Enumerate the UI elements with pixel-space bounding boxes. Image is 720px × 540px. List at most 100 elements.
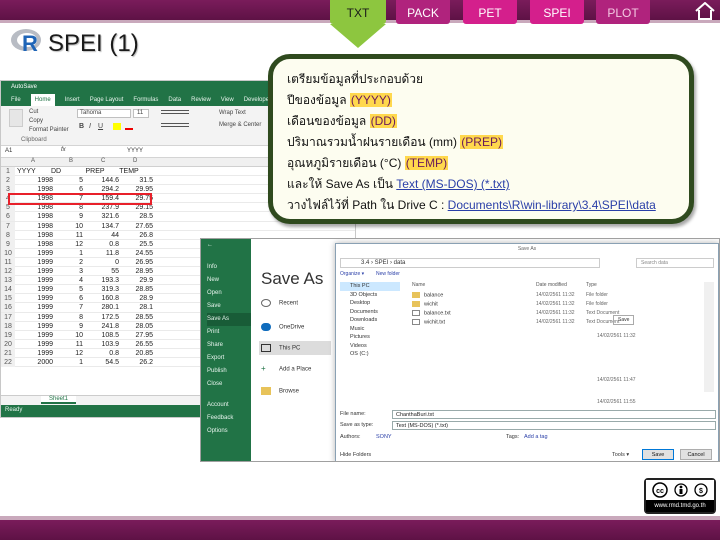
cell-year[interactable]: 1999 (21, 285, 53, 294)
menu-share[interactable]: Share (207, 339, 251, 352)
cell-year[interactable]: 1999 (21, 276, 53, 285)
menu-new[interactable]: New (207, 274, 251, 287)
cell-prep[interactable]: 319.3 (91, 285, 119, 294)
menu-options[interactable]: Options (207, 425, 251, 438)
menu-open[interactable]: Open (207, 287, 251, 300)
cell-prep[interactable]: 0 (91, 258, 119, 267)
name-box[interactable]: A1 (5, 148, 12, 154)
header-dd[interactable]: DD (45, 167, 67, 176)
merge-center-button[interactable]: Merge & Center (219, 122, 261, 128)
column-date[interactable]: Date modified (536, 282, 567, 288)
cell-prep[interactable]: 144.6 (91, 176, 119, 185)
cell-year[interactable]: 1999 (21, 294, 53, 303)
cell-year[interactable]: 2000 (21, 358, 53, 367)
cell-prep[interactable]: 54.5 (91, 358, 119, 367)
font-color-icon[interactable] (125, 123, 133, 130)
cell-temp[interactable]: 27.65 (125, 222, 153, 231)
cell-temp[interactable]: 28.5 (125, 212, 153, 221)
file-name-input[interactable]: ChanthaBuri.txt (392, 410, 716, 419)
tools-button[interactable]: Tools ▾ (612, 452, 629, 458)
cell-month[interactable]: 10 (61, 331, 83, 340)
cell-prep[interactable]: 103.9 (91, 340, 119, 349)
cell-prep[interactable]: 160.8 (91, 294, 119, 303)
cell-month[interactable]: 3 (61, 267, 83, 276)
header-temp[interactable]: TEMP (115, 167, 143, 176)
new-folder-button[interactable]: New folder (376, 271, 400, 277)
cell-month[interactable]: 12 (61, 349, 83, 358)
cell-prep[interactable]: 55 (91, 267, 119, 276)
file-item[interactable]: balance.txt (412, 310, 451, 316)
location-recent[interactable]: Recent (261, 299, 298, 307)
cell-temp[interactable]: 27.95 (125, 331, 153, 340)
menu-page-layout[interactable]: Page Layout (90, 94, 124, 106)
cell-temp[interactable]: 25.5 (125, 240, 153, 249)
organize-button[interactable]: Organize ▾ (340, 271, 364, 277)
cell-month[interactable]: 9 (61, 322, 83, 331)
nav-item[interactable]: Downloads (340, 316, 400, 325)
cell-month[interactable]: 4 (61, 276, 83, 285)
cell-temp[interactable]: 20.85 (125, 349, 153, 358)
cell-temp[interactable]: 31.5 (125, 176, 153, 185)
menu-close[interactable]: Close (207, 378, 251, 391)
cell-year[interactable]: 1999 (21, 340, 53, 349)
tags-input[interactable]: Add a tag (524, 434, 548, 440)
header-prep[interactable]: PREP (81, 167, 109, 176)
cell-month[interactable]: 12 (61, 240, 83, 249)
save-type-select[interactable]: Text (MS-DOS) (*.txt) (392, 421, 716, 430)
column-a[interactable]: A (31, 158, 35, 164)
align-left-icon[interactable] (161, 123, 189, 127)
path-link[interactable]: Documents\R\win-library\3.4\SPEI\data (448, 198, 656, 212)
cell-temp[interactable]: 26.2 (125, 358, 153, 367)
menu-insert[interactable]: Insert (65, 94, 80, 106)
cell-prep[interactable]: 134.7 (91, 222, 119, 231)
location-browse[interactable]: Browse (261, 387, 299, 395)
home-icon[interactable] (694, 2, 716, 20)
cell-prep[interactable]: 321.6 (91, 212, 119, 221)
cell-month[interactable]: 2 (61, 258, 83, 267)
file-item[interactable]: balance (412, 292, 443, 298)
cell-temp[interactable]: 26.55 (125, 340, 153, 349)
cell-month[interactable]: 10 (61, 222, 83, 231)
tab-txt[interactable]: TXT (330, 0, 386, 24)
scrollbar[interactable] (704, 282, 714, 392)
cell-prep[interactable]: 11.8 (91, 249, 119, 258)
cell-temp[interactable]: 28.85 (125, 285, 153, 294)
menu-print[interactable]: Print (207, 326, 251, 339)
cell-year[interactable]: 1999 (21, 303, 53, 312)
nav-item[interactable]: Videos (340, 342, 400, 351)
cell-month[interactable]: 9 (61, 212, 83, 221)
cell-month[interactable]: 6 (61, 294, 83, 303)
tab-spei[interactable]: SPEI (530, 0, 584, 24)
cell-temp[interactable]: 28.1 (125, 303, 153, 312)
nav-item[interactable]: OS (C:) (340, 350, 400, 359)
cell-year[interactable]: 1999 (21, 349, 53, 358)
formula-input[interactable]: YYYY (127, 148, 143, 154)
cell-temp[interactable]: 28.55 (125, 313, 153, 322)
cut-button[interactable]: Cut (29, 109, 38, 115)
cell-month[interactable]: 11 (61, 340, 83, 349)
cell-year[interactable]: 1998 (21, 240, 53, 249)
cell-month[interactable]: 5 (61, 285, 83, 294)
menu-data[interactable]: Data (168, 94, 181, 106)
location-this-pc[interactable]: This PC (261, 344, 300, 352)
column-d[interactable]: D (133, 158, 137, 164)
cell-temp[interactable]: 28.95 (125, 267, 153, 276)
cell-year[interactable]: 1999 (21, 258, 53, 267)
italic-button[interactable]: I (89, 123, 91, 130)
cell-prep[interactable]: 280.1 (91, 303, 119, 312)
bold-button[interactable]: B (79, 123, 84, 130)
cell-prep[interactable]: 0.8 (91, 240, 119, 249)
cell-month[interactable]: 1 (61, 249, 83, 258)
menu-developer[interactable]: Developer (244, 94, 271, 106)
tab-plot[interactable]: PLOT (596, 0, 650, 24)
cell-month[interactable]: 11 (61, 231, 83, 240)
address-bar[interactable]: 3.4 › SPEI › data (340, 258, 600, 268)
cell-month[interactable]: 5 (61, 176, 83, 185)
nav-item[interactable]: Documents (340, 308, 400, 317)
cell-year[interactable]: 1999 (21, 267, 53, 276)
cell-year[interactable]: 1998 (21, 212, 53, 221)
cell-temp[interactable]: 28.05 (125, 322, 153, 331)
menu-export[interactable]: Export (207, 352, 251, 365)
cc-license-badge[interactable]: cc $ www.rmd.tmd.go.th (644, 478, 716, 514)
menu-save[interactable]: Save (207, 300, 251, 313)
